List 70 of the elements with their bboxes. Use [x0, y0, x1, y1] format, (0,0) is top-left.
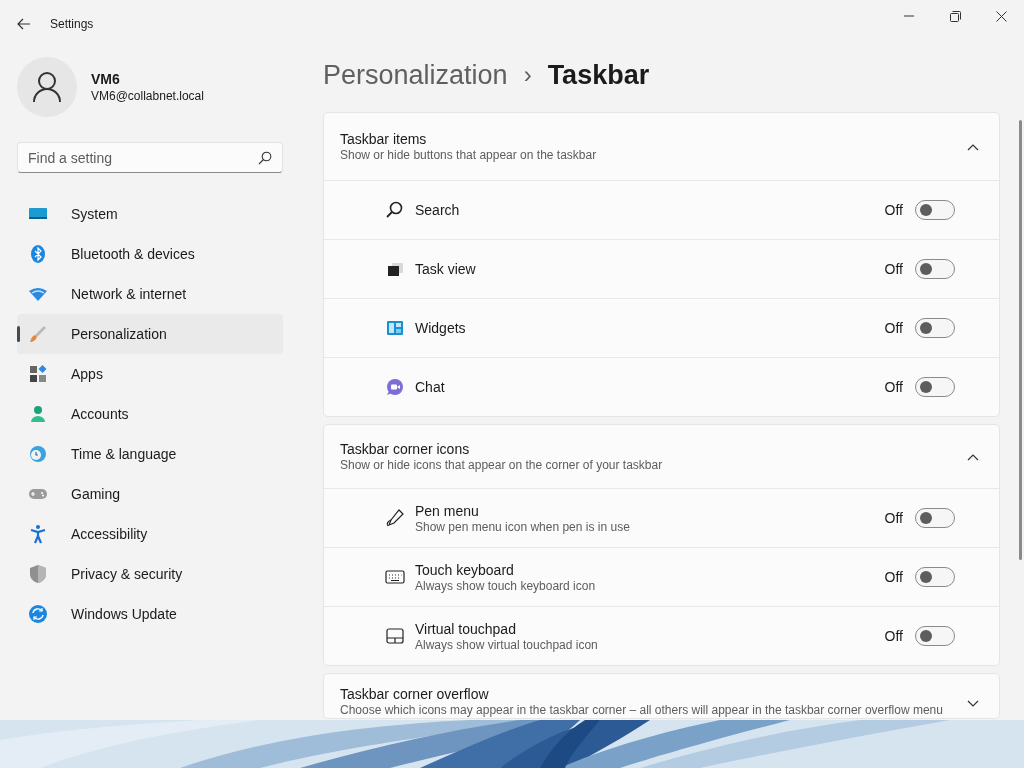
setting-label: Task view: [415, 260, 476, 278]
toggle-switch[interactable]: [915, 626, 955, 646]
sidebar-item[interactable]: Accounts: [17, 394, 283, 434]
toggle-state: Off: [884, 259, 903, 279]
breadcrumb-separator: ›: [523, 60, 532, 90]
bluetooth-icon: [28, 244, 48, 264]
search-field[interactable]: Find a setting: [17, 142, 283, 173]
setting-label: Chat: [415, 378, 445, 396]
setting-label: Pen menu: [415, 501, 480, 520]
sidebar-item[interactable]: Network & internet: [17, 274, 283, 314]
brush-icon: [28, 324, 48, 344]
keyboard-icon: [385, 567, 405, 587]
widgets-icon: [385, 318, 405, 338]
sidebar-item[interactable]: Apps: [17, 354, 283, 394]
section-title: Taskbar corner icons: [340, 440, 471, 458]
apps-icon: [28, 364, 48, 384]
toggle-state: Off: [884, 508, 903, 528]
toggle-switch[interactable]: [915, 567, 955, 587]
globe-clock-icon: [28, 444, 48, 464]
restore-icon: [949, 10, 961, 22]
user-name: VM6: [91, 70, 121, 88]
window-title: Settings: [50, 16, 94, 33]
page-title: Taskbar: [547, 58, 650, 92]
section-description: Show or hide icons that appear on the corner of your taskbar: [340, 458, 663, 473]
toggle-state: Off: [884, 377, 903, 397]
sidebar-item[interactable]: Bluetooth & devices: [17, 234, 283, 274]
chat-icon: [385, 377, 405, 397]
toggle-switch[interactable]: [915, 200, 955, 220]
chevron-up-icon: [967, 452, 979, 461]
sidebar-item[interactable]: Personalization: [17, 314, 283, 354]
setting-description: Always show touch keyboard icon: [415, 578, 596, 594]
section-description: Choose which icons may appear in the taskbar corner – all others will appear in the taskbar corner overflow menu: [340, 703, 943, 718]
toggle-switch[interactable]: [915, 318, 955, 338]
touchpad-icon: [385, 626, 405, 646]
section-title: Taskbar corner overflow: [340, 685, 490, 703]
toggle-state: Off: [884, 318, 903, 338]
person-icon: [28, 404, 48, 424]
sidebar-item[interactable]: Accessibility: [17, 514, 283, 554]
user-email: VM6@collabnet.local: [91, 88, 204, 104]
sidebar-item[interactable]: Windows Update: [17, 594, 283, 634]
breadcrumb-link[interactable]: Personalization: [323, 54, 508, 96]
section-description: Show or hide buttons that appear on the taskbar: [340, 148, 597, 163]
setting-label: Touch keyboard: [415, 560, 515, 579]
setting-label: Widgets: [415, 319, 466, 337]
pen-icon: [385, 508, 405, 528]
sidebar-item[interactable]: System: [17, 194, 283, 234]
toggle-state: Off: [884, 626, 903, 646]
search-icon: [385, 200, 405, 220]
back-arrow-icon: [17, 18, 31, 30]
shield-icon: [28, 564, 48, 584]
setting-label: Virtual touchpad: [415, 619, 517, 638]
accessibility-icon: [28, 524, 48, 544]
toggle-switch[interactable]: [915, 377, 955, 397]
chevron-up-icon: [967, 142, 979, 151]
setting-description: Show pen menu icon when pen is in use: [415, 519, 630, 535]
toggle-switch[interactable]: [915, 508, 955, 528]
setting-description: Always show virtual touchpad icon: [415, 637, 598, 653]
update-icon: [28, 604, 48, 624]
toggle-state: Off: [884, 200, 903, 220]
toggle-switch[interactable]: [915, 259, 955, 279]
chevron-down-icon: [967, 700, 979, 708]
setting-label: Search: [415, 201, 460, 219]
sidebar-item[interactable]: Gaming: [17, 474, 283, 514]
toggle-state: Off: [884, 567, 903, 587]
sidebar-item[interactable]: Privacy & security: [17, 554, 283, 594]
search-icon: [258, 151, 272, 165]
close-icon: [995, 10, 1007, 22]
section-title: Taskbar items: [340, 130, 428, 148]
sidebar-item[interactable]: Time & language: [17, 434, 283, 474]
scrollbar[interactable]: [1019, 120, 1022, 560]
